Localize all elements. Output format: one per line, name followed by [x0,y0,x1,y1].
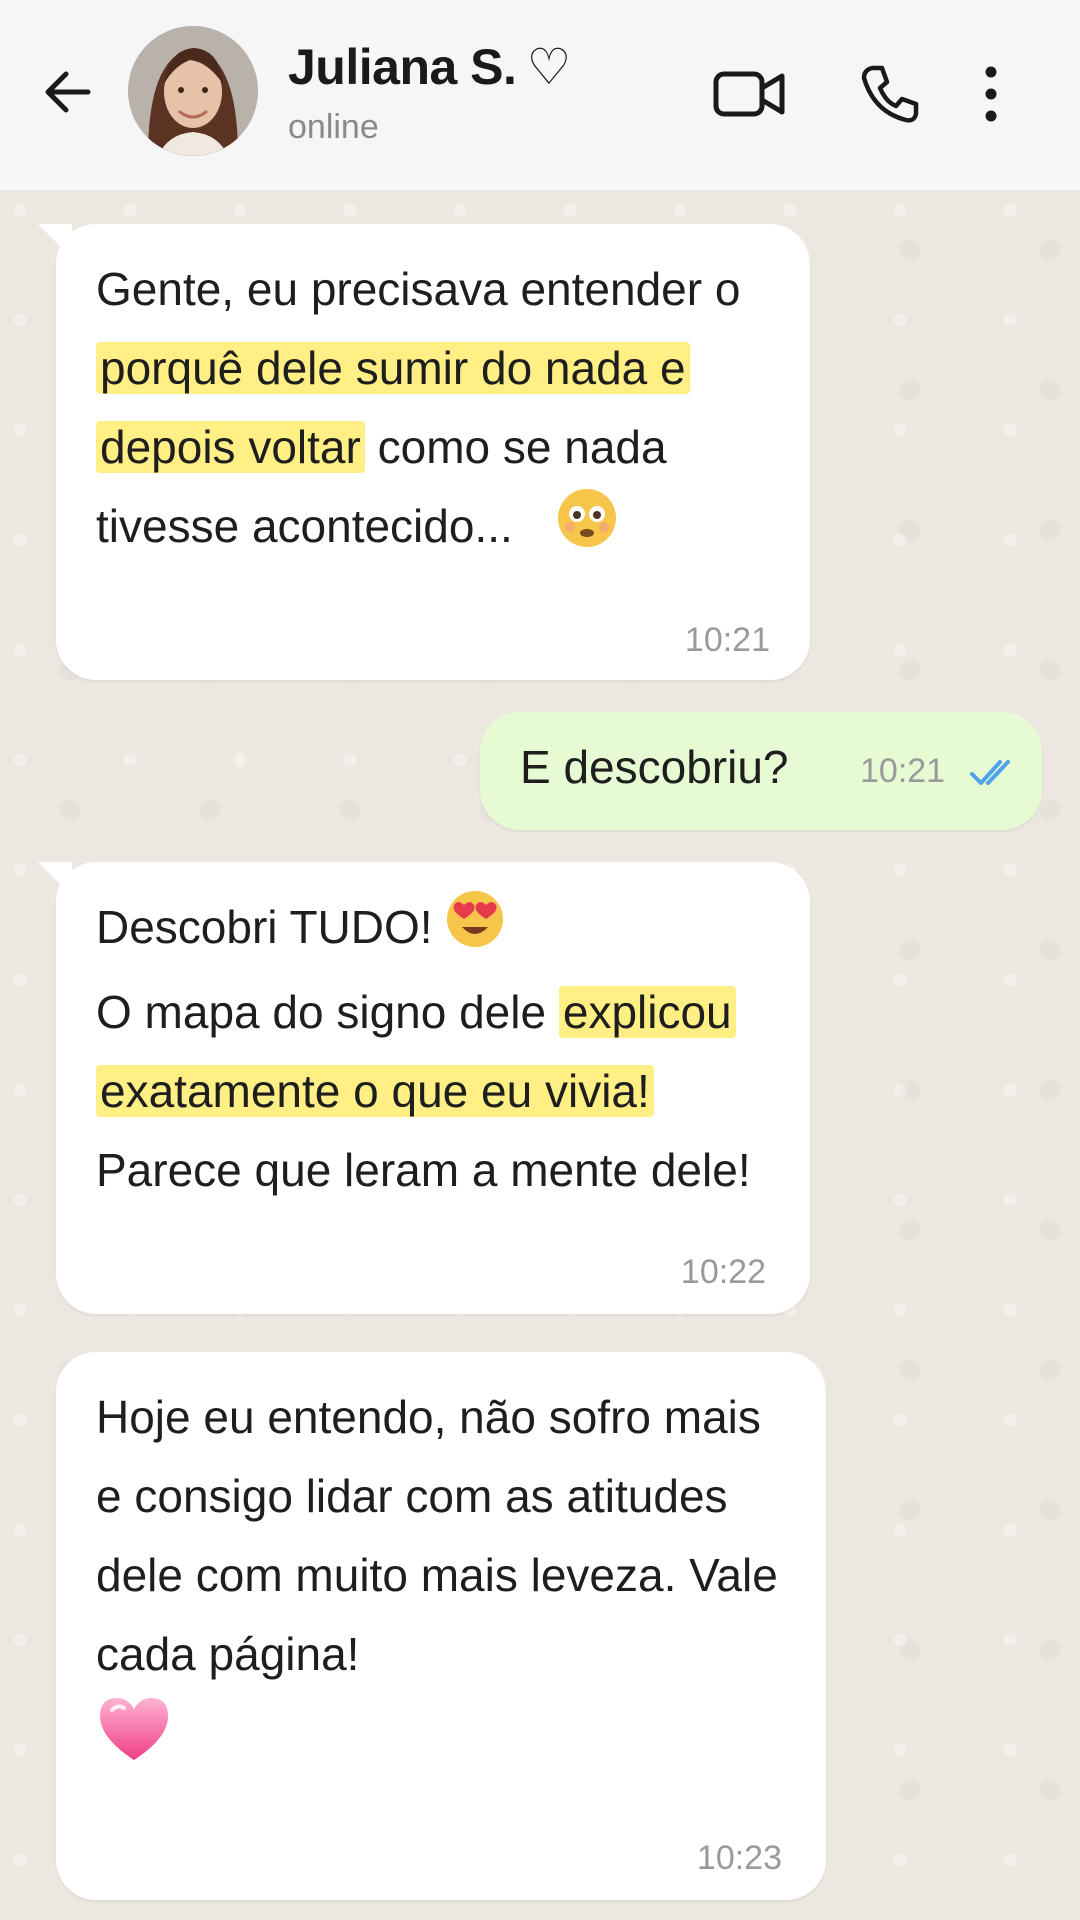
message-time: 10:21 [860,752,946,790]
video-call-icon [713,71,785,117]
avatar-photo [128,26,258,156]
back-arrow-icon [45,71,91,113]
message-bubble-outgoing[interactable]: E descobriu? 10:21 [480,712,1042,830]
message-bubble-incoming[interactable]: Hoje eu entendo, não sofro mais e consig… [56,1352,826,1900]
contact-name[interactable]: Juliana S. ♡ [288,38,571,96]
message-text-part: Descobri TUDO! [96,901,433,953]
phone-icon [861,65,919,123]
contact-name-text: Juliana S. [288,39,517,95]
video-call-button[interactable] [708,52,792,136]
message-bubble-incoming[interactable]: Descobri TUDO! O mapa do signo dele expl… [38,862,810,1314]
message-time: 10:23 [696,1839,782,1877]
message-text-part: Parece que leram a mente dele! [96,1143,751,1196]
heart-eyes-emoji [445,889,505,973]
chat-area[interactable]: Gente, eu precisava entender o porquê de… [0,190,1080,1920]
flushed-face-emoji [556,487,618,573]
voice-call-button[interactable] [848,52,932,136]
message-text: Descobri TUDO! O mapa do signo dele expl… [96,888,770,1210]
more-vertical-icon [985,66,997,122]
back-button[interactable] [28,52,108,132]
message-text-part: Gente, eu precisava entender o [96,263,741,315]
pink-heart-emoji [96,1694,172,1788]
contact-status: online [288,108,379,146]
heart-outline-icon: ♡ [526,39,571,95]
more-options-button[interactable] [966,52,1016,136]
message-bubble-incoming[interactable]: Gente, eu precisava entender o porquê de… [38,224,810,680]
message-text-part: Hoje eu entendo, não sofro mais e consig… [96,1391,778,1680]
message-text: E descobriu? [520,741,789,793]
read-double-check-icon [970,760,1010,785]
avatar[interactable] [128,26,258,156]
message-text-part: O mapa do signo dele [96,985,559,1038]
message-time: 10:21 [684,621,770,659]
message-text: Gente, eu precisava entender o porquê de… [96,250,770,573]
chat-header: Juliana S. ♡ online [0,0,1080,191]
message-time: 10:22 [680,1253,766,1291]
message-text: Hoje eu entendo, não sofro mais e consig… [96,1378,786,1788]
